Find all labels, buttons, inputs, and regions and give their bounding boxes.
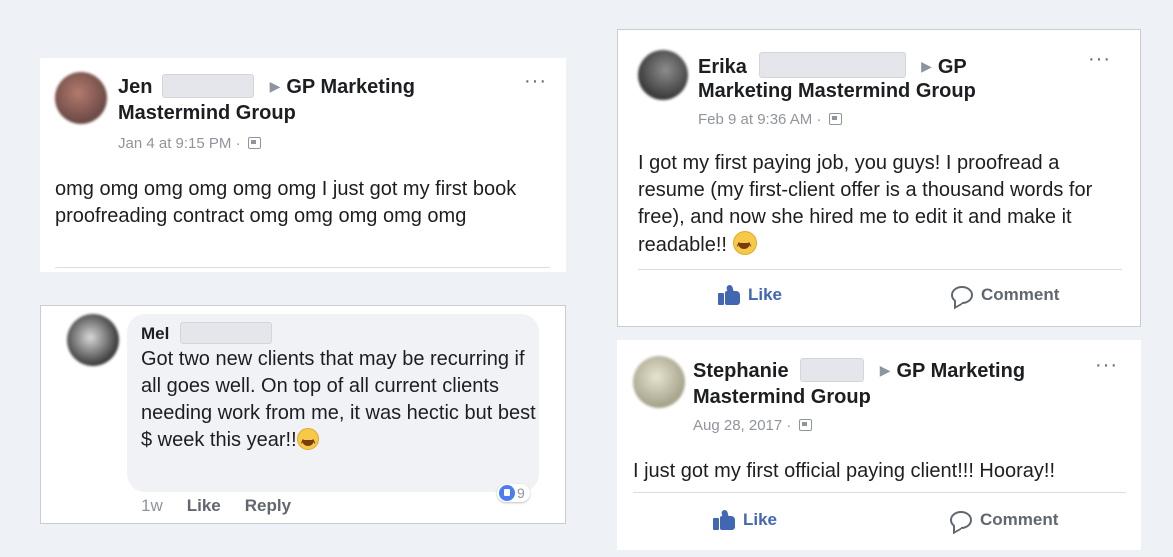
like-button[interactable]: Like xyxy=(718,284,783,305)
divider xyxy=(638,269,1122,270)
comment-like-button[interactable]: Like xyxy=(187,496,221,516)
timestamp-text[interactable]: Jan 4 at 9:15 PM xyxy=(118,135,231,152)
post-card-jen: Jen ▶ GP Marketing Mastermind Group Jan 4… xyxy=(40,58,566,272)
comment-icon xyxy=(951,286,973,304)
post-timestamp[interactable]: Jan 4 at 9:15 PM · xyxy=(118,135,261,152)
post-card-erika: Erika ▶ GP Marketing Mastermind Group Feb… xyxy=(617,29,1141,327)
arrow-icon: ▶ xyxy=(879,362,891,378)
like-label: Like xyxy=(743,510,778,529)
timestamp-text[interactable]: Aug 28, 2017 xyxy=(693,417,782,434)
post-timestamp[interactable]: Aug 28, 2017 · xyxy=(693,417,812,434)
more-options-icon[interactable]: ··· xyxy=(524,70,547,93)
post-timestamp[interactable]: Feb 9 at 9:36 AM · xyxy=(698,111,842,128)
redacted-surname xyxy=(800,358,865,382)
post-header: Stephanie ▶ GP Marketing xyxy=(693,358,1025,384)
author-name[interactable]: Stephanie xyxy=(693,360,789,382)
like-thumb-icon xyxy=(718,284,740,305)
comment-button[interactable]: Comment xyxy=(951,285,1059,305)
avatar[interactable] xyxy=(638,50,688,100)
like-thumb-icon xyxy=(713,509,735,530)
group-name[interactable]: GP xyxy=(938,56,967,78)
divider xyxy=(55,267,550,268)
comment-label: Comment xyxy=(980,510,1059,529)
comment-body: Got two new clients that may be recurrin… xyxy=(141,348,536,451)
like-reaction-icon xyxy=(499,485,515,501)
arrow-icon: ▶ xyxy=(269,78,281,94)
audience-icon[interactable] xyxy=(828,113,842,125)
redacted-surname xyxy=(180,322,273,344)
comment-text: Got two new clients that may be recurrin… xyxy=(141,346,541,457)
post-text: I got my first paying job, you guys! I p… xyxy=(638,150,1128,260)
timestamp-text[interactable]: Feb 9 at 9:36 AM xyxy=(698,111,812,128)
comment-author-row: Mel xyxy=(141,322,273,344)
comment-actions: 1w Like Reply xyxy=(141,496,291,516)
grinning-emoji-icon xyxy=(732,231,757,260)
post-body: I got my first paying job, you guys! I p… xyxy=(638,152,1093,256)
divider xyxy=(633,492,1126,493)
group-name-line2[interactable]: Mastermind Group xyxy=(118,101,296,126)
comment-button[interactable]: Comment xyxy=(950,510,1058,530)
more-options-icon[interactable]: ··· xyxy=(1088,48,1111,71)
group-name[interactable]: GP Marketing xyxy=(286,76,415,98)
author-name[interactable]: Erika xyxy=(698,56,747,78)
comment-age[interactable]: 1w xyxy=(141,496,163,516)
group-name[interactable]: GP Marketing xyxy=(896,360,1025,382)
comment-author[interactable]: Mel xyxy=(141,324,169,343)
post-text: I just got my first official paying clie… xyxy=(633,460,1056,482)
grinning-emoji-icon xyxy=(296,428,319,457)
author-name[interactable]: Jen xyxy=(118,76,152,98)
comment-card-mel: Mel Got two new clients that may be recu… xyxy=(40,305,566,524)
comment-reply-button[interactable]: Reply xyxy=(245,496,291,516)
reaction-count: 9 xyxy=(517,485,525,501)
more-options-icon[interactable]: ··· xyxy=(1095,354,1118,377)
redacted-surname xyxy=(758,52,906,78)
group-name-line2[interactable]: Marketing Mastermind Group xyxy=(698,79,976,104)
like-label: Like xyxy=(748,285,783,304)
comment-label: Comment xyxy=(981,285,1060,304)
avatar[interactable] xyxy=(55,72,107,124)
arrow-icon: ▶ xyxy=(921,58,932,74)
avatar[interactable] xyxy=(67,314,119,366)
comment-icon xyxy=(950,511,972,529)
post-text: omg omg omg omg omg omg I just got my fi… xyxy=(55,178,517,227)
redacted-surname xyxy=(162,74,255,98)
group-name-line2[interactable]: Mastermind Group xyxy=(693,385,871,410)
post-card-stephanie: Stephanie ▶ GP Marketing Mastermind Group… xyxy=(617,340,1141,550)
audience-icon[interactable] xyxy=(247,137,261,149)
post-header: Erika ▶ GP xyxy=(698,52,967,80)
avatar[interactable] xyxy=(633,356,685,408)
reaction-count-badge[interactable]: 9 xyxy=(497,484,530,502)
audience-icon[interactable] xyxy=(798,419,812,431)
post-header: Jen ▶ GP Marketing xyxy=(118,74,415,100)
like-button[interactable]: Like xyxy=(713,509,778,530)
